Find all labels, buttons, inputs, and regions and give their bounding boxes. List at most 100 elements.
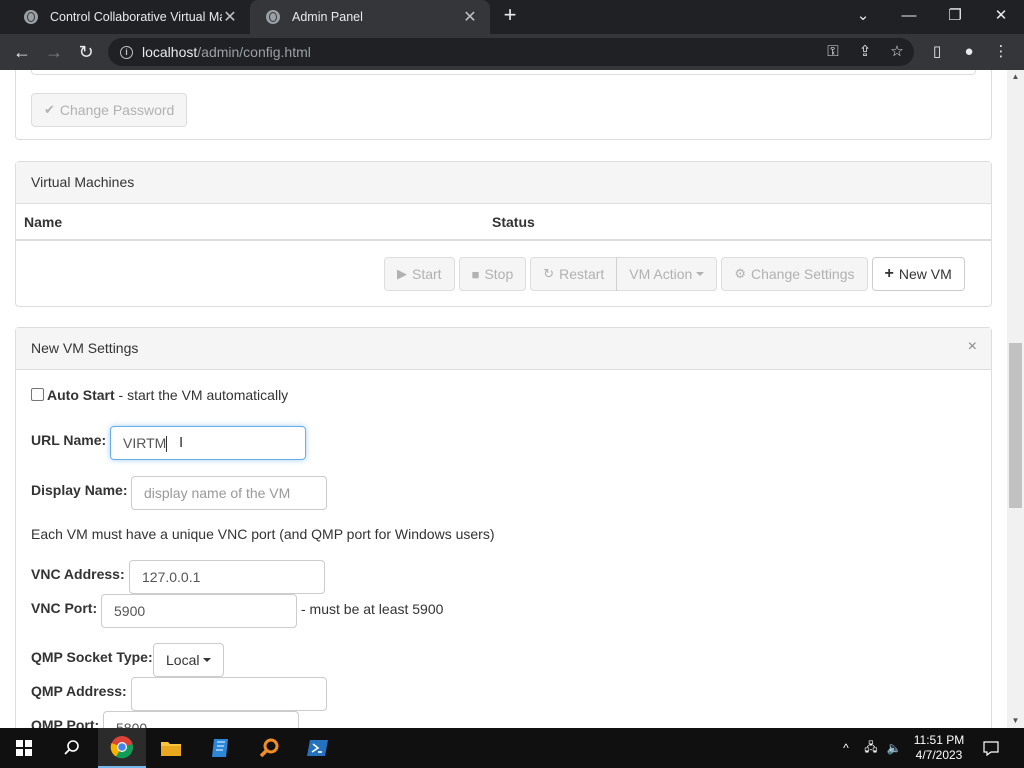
profile-icon[interactable]: ●	[957, 40, 981, 64]
chevron-up-icon[interactable]: ^	[836, 728, 856, 768]
close-window-icon[interactable]: ✕	[978, 0, 1024, 34]
close-panel-icon[interactable]: ×	[968, 338, 977, 356]
password-field-edge	[31, 70, 976, 75]
refresh-icon: ↻	[543, 266, 555, 281]
tab-title: Control Collaborative Virtual Mac	[50, 10, 222, 24]
stop-icon: ■	[471, 266, 480, 282]
stop-label: Stop	[484, 266, 514, 282]
vm-action-label: VM Action	[629, 266, 693, 282]
restart-label: Restart	[559, 266, 605, 282]
play-icon: ▶	[397, 266, 407, 281]
new-vm-panel-title: New VM Settings	[31, 340, 139, 356]
tab-title: Admin Panel	[292, 10, 363, 24]
ibeam-cursor-icon: I	[179, 434, 184, 451]
vnc-address-input[interactable]: 127.0.0.1	[129, 560, 325, 594]
tab-search-icon[interactable]: ⌄	[840, 0, 886, 34]
gear-icon: ⚙	[734, 266, 746, 281]
qmp-port-input[interactable]: 5800	[103, 711, 299, 728]
auto-start-label: Auto Start	[47, 387, 115, 403]
reload-icon[interactable]: ↻	[74, 40, 98, 64]
caret-down-icon	[696, 272, 705, 276]
auto-start-checkbox[interactable]	[31, 388, 44, 401]
forward-icon[interactable]: →	[42, 40, 66, 64]
globe-icon	[24, 10, 38, 24]
windows-start-icon[interactable]	[0, 728, 48, 768]
start-label: Start	[412, 266, 442, 282]
scroll-down-icon[interactable]: ▼	[1007, 714, 1024, 728]
side-panel-icon[interactable]: ▯	[925, 40, 949, 64]
search-icon[interactable]	[48, 728, 96, 768]
new-tab-icon[interactable]: +	[498, 4, 522, 28]
display-name-label: Display Name:	[31, 482, 128, 498]
key-icon[interactable]: ⚿	[821, 40, 845, 64]
tab-strip: Control Collaborative Virtual Mac ✕ Admi…	[0, 0, 1024, 34]
column-header-status[interactable]: Status	[492, 214, 535, 230]
qmp-socket-type-value: Local	[166, 652, 200, 668]
taskbar: ^ 🖧 🔈 11:51 PM 4/7/2023	[0, 728, 1024, 768]
minimize-icon[interactable]: —	[886, 0, 932, 34]
display-name-input[interactable]: display name of the VM	[131, 476, 327, 510]
tab-admin-panel[interactable]: Admin Panel ✕	[250, 0, 490, 34]
app-icon-blue-document[interactable]	[196, 728, 244, 768]
vm-table-header: Name Status	[16, 203, 991, 241]
site-info-icon[interactable]: i	[120, 45, 133, 59]
qmp-port-label: QMP Port:	[31, 717, 100, 728]
bookmark-star-icon[interactable]: ☆	[885, 40, 909, 64]
display-name-placeholder: display name of the VM	[144, 485, 291, 501]
page-viewport: ✔ Change Password Virtual Machines Name …	[0, 70, 1007, 728]
close-tab-icon[interactable]: ✕	[222, 7, 238, 27]
menu-icon[interactable]: ⋮	[989, 40, 1013, 64]
clock-date: 4/7/2023	[915, 748, 963, 762]
notification-icon[interactable]	[978, 728, 1004, 768]
new-vm-settings-panel: New VM Settings × Auto Start - start the…	[15, 327, 992, 728]
new-vm-panel-heading: New VM Settings ×	[16, 328, 991, 370]
network-icon[interactable]: 🖧	[860, 728, 882, 768]
vnc-port-input[interactable]: 5900	[101, 594, 297, 628]
chrome-icon[interactable]	[98, 728, 146, 768]
qmp-port-value: 5800	[116, 720, 148, 728]
powershell-icon[interactable]	[294, 728, 342, 768]
auto-start-row: Auto Start - start the VM automatically	[47, 387, 288, 403]
vm-action-toolbar: ▶ Start ■ Stop ↻ Restart VM Action ⚙ Change …	[384, 257, 965, 291]
new-vm-button[interactable]: + New VM	[871, 257, 965, 291]
start-button[interactable]: ▶ Start	[384, 257, 455, 291]
close-tab-icon[interactable]: ✕	[462, 7, 478, 27]
qmp-address-label: QMP Address:	[31, 683, 127, 699]
scrollbar-thumb[interactable]	[1009, 343, 1022, 508]
password-panel: ✔ Change Password	[15, 70, 992, 140]
volume-icon[interactable]: 🔈	[884, 728, 904, 768]
change-settings-button[interactable]: ⚙ Change Settings	[721, 257, 868, 291]
column-header-name[interactable]: Name	[24, 214, 62, 230]
url-name-input[interactable]: VIRTM I	[110, 426, 306, 460]
back-icon[interactable]: ←	[10, 40, 34, 64]
vnc-address-label: VNC Address:	[31, 566, 125, 582]
vnc-port-note: Each VM must have a unique VNC port (and…	[31, 526, 495, 542]
globe-icon	[266, 10, 280, 24]
page-scrollbar[interactable]: ▲ ▼	[1007, 70, 1024, 728]
vm-panel-heading: Virtual Machines	[16, 162, 991, 204]
text-caret	[166, 436, 168, 453]
file-explorer-icon[interactable]	[147, 728, 195, 768]
share-icon[interactable]: ⇪	[853, 40, 877, 64]
qmp-address-input[interactable]	[131, 677, 327, 711]
url-name-value: VIRTM	[123, 435, 167, 451]
restart-button[interactable]: ↻ Restart	[530, 257, 618, 291]
address-bar[interactable]: i localhost /admin/config.html	[108, 38, 914, 66]
clock[interactable]: 11:51 PM 4/7/2023	[906, 728, 972, 768]
restore-icon[interactable]: ❐	[932, 0, 978, 34]
url-host: localhost	[142, 44, 198, 60]
plus-icon: +	[884, 265, 894, 282]
magnifier-app-icon[interactable]	[245, 728, 293, 768]
tab-control-collaborative[interactable]: Control Collaborative Virtual Mac ✕	[8, 0, 250, 34]
url-path: /admin/config.html	[197, 44, 311, 60]
auto-start-description: - start the VM automatically	[114, 387, 289, 403]
qmp-socket-type-dropdown[interactable]: Local	[153, 643, 225, 677]
stop-button[interactable]: ■ Stop	[458, 257, 527, 291]
vm-action-dropdown[interactable]: VM Action	[616, 257, 718, 291]
scroll-up-icon[interactable]: ▲	[1007, 70, 1024, 84]
change-password-button[interactable]: ✔ Change Password	[31, 93, 188, 127]
clock-time: 11:51 PM	[913, 733, 965, 747]
qmp-socket-type-label: QMP Socket Type:	[31, 649, 153, 665]
change-password-label: Change Password	[59, 102, 175, 118]
browser-toolbar: ← → ↻ i localhost /admin/config.html ⚿ ⇪…	[0, 34, 1024, 70]
